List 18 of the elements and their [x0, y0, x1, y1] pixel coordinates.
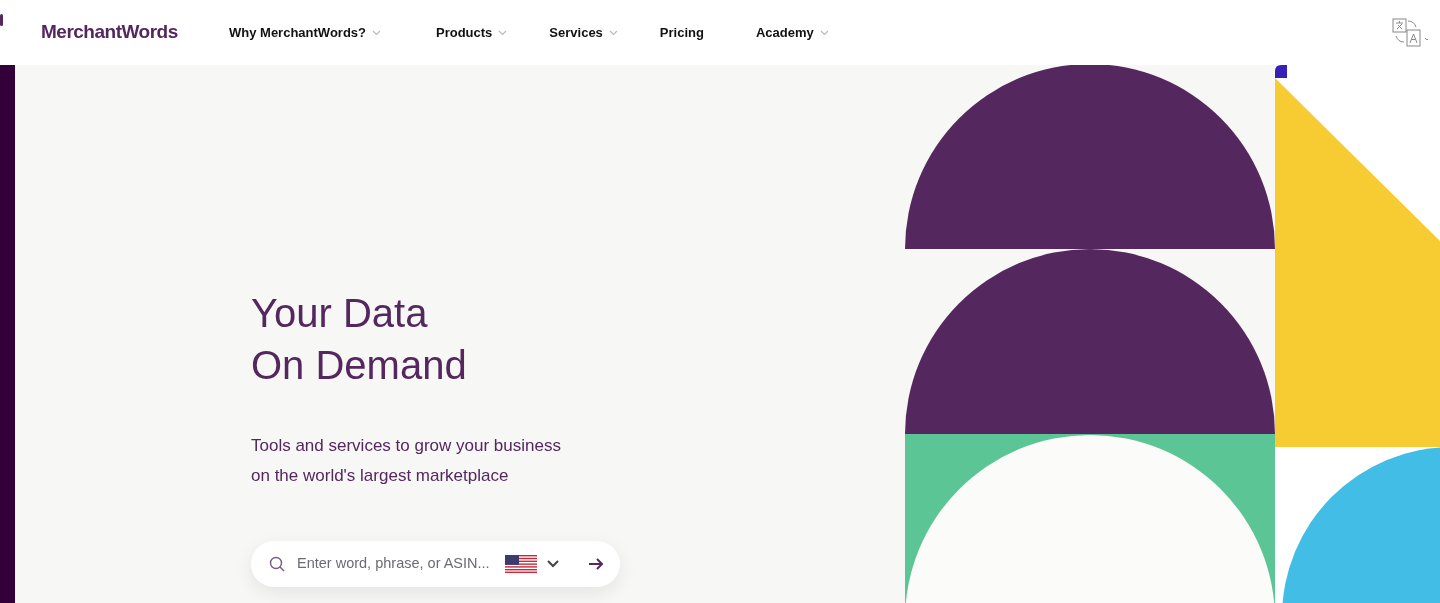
- search-field[interactable]: Enter word, phrase, or ASIN...: [295, 552, 495, 576]
- hero-subtitle-line: Tools and services to grow your business: [251, 435, 561, 457]
- nav-link[interactable]: Pricing: [659, 22, 704, 43]
- translate-icon[interactable]: [1392, 17, 1428, 48]
- us-flag-icon[interactable]: [505, 555, 537, 573]
- nav-link[interactable]: Products: [436, 22, 508, 43]
- nav-link[interactable]: Services: [549, 22, 618, 43]
- search-icon: [269, 556, 285, 572]
- merchantwords-logo[interactable]: MerchantWords: [41, 18, 191, 47]
- nav-link[interactable]: Academy: [755, 22, 829, 43]
- hero-title-line: On Demand: [251, 342, 467, 389]
- search-bar[interactable]: Enter word, phrase, or ASIN...: [251, 541, 620, 587]
- hero-title-line: Your Data: [251, 290, 428, 337]
- logo-fragment-icon: [0, 14, 3, 26]
- submit-arrow-button[interactable]: [588, 558, 604, 570]
- chevron-down-icon[interactable]: [547, 560, 559, 568]
- hero-subtitle-line: on the world's largest marketplace: [251, 465, 509, 487]
- nav-link[interactable]: Why MerchantWords?: [229, 22, 381, 43]
